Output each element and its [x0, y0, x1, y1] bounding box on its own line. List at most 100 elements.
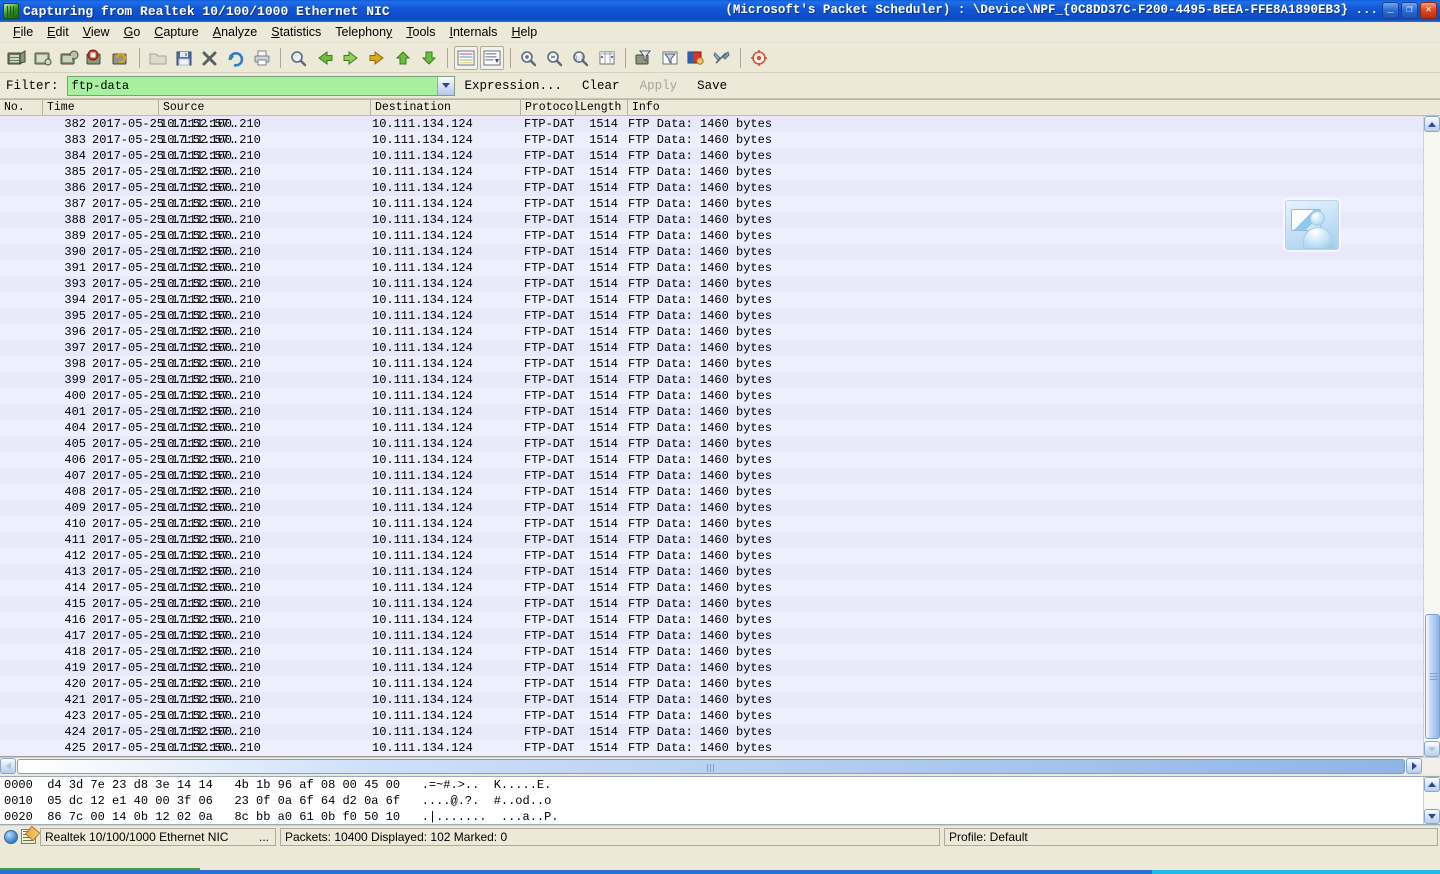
filter-clear-button[interactable]: Clear	[572, 77, 630, 95]
packet-list-rows[interactable]: 382 2017-05-25 17:52:57. 10.111.100.210 10.…	[0, 116, 1423, 757]
capture-file-properties-icon[interactable]	[21, 829, 36, 844]
capture-options-icon[interactable]	[31, 46, 55, 70]
table-row[interactable]: 407 2017-05-25 17:52:57. 10.111.100.210 10.…	[0, 468, 1423, 484]
table-row[interactable]: 411 2017-05-25 17:52:57. 10.111.100.210 10.…	[0, 532, 1423, 548]
scroll-down-button[interactable]	[1424, 741, 1440, 757]
column-header-src[interactable]: Source	[158, 100, 204, 115]
menu-item-help[interactable]: Help	[504, 23, 544, 41]
hex-scroll-down-button[interactable]	[1424, 809, 1440, 824]
menu-item-tools[interactable]: Tools	[399, 23, 442, 41]
start-capture-icon[interactable]	[57, 46, 81, 70]
window-title-bar[interactable]: Capturing from Realtek 10/100/1000 Ether…	[0, 0, 1440, 22]
restart-capture-icon[interactable]	[109, 46, 133, 70]
table-row[interactable]: 401 2017-05-25 17:52:57. 10.111.100.210 10.…	[0, 404, 1423, 420]
reload-icon[interactable]	[224, 46, 248, 70]
column-header-no[interactable]: No.	[0, 100, 25, 115]
menu-item-file[interactable]: File	[6, 23, 40, 41]
packet-list-horizontal-scrollbar[interactable]	[0, 757, 1440, 774]
scroll-left-button[interactable]	[0, 758, 16, 774]
table-row[interactable]: 398 2017-05-25 17:52:57. 10.111.100.210 10.…	[0, 356, 1423, 372]
table-row[interactable]: 400 2017-05-25 17:52:57. 10.111.100.210 10.…	[0, 388, 1423, 404]
filter-input-wrapper[interactable]	[66, 75, 455, 96]
table-row[interactable]: 389 2017-05-25 17:52:57. 10.111.100.210 10.…	[0, 228, 1423, 244]
table-row[interactable]: 395 2017-05-25 17:52:57. 10.111.100.210 10.…	[0, 308, 1423, 324]
capture-filters-icon[interactable]	[632, 46, 656, 70]
status-profile[interactable]: Profile: Default	[944, 827, 1438, 846]
table-row[interactable]: 412 2017-05-25 17:52:57. 10.111.100.210 10.…	[0, 548, 1423, 564]
hex-scroll-up-button[interactable]	[1424, 777, 1440, 792]
find-packet-icon[interactable]	[287, 46, 311, 70]
column-header-dst[interactable]: Destination	[370, 100, 451, 115]
table-row[interactable]: 384 2017-05-25 17:52:57. 10.111.100.210 10.…	[0, 148, 1423, 164]
stop-capture-icon[interactable]	[83, 46, 107, 70]
hex-dump-row[interactable]: 0010 05 dc 12 e1 40 00 3f 06 23 0f 0a 6f…	[0, 793, 1423, 809]
hex-pane-vertical-scrollbar[interactable]	[1423, 777, 1440, 824]
menu-item-internals[interactable]: Internals	[442, 23, 504, 41]
table-row[interactable]: 415 2017-05-25 17:52:57. 10.111.100.210 10.…	[0, 596, 1423, 612]
table-row[interactable]: 419 2017-05-25 17:52:57. 10.111.100.210 10.…	[0, 660, 1423, 676]
maximize-button[interactable]: ❐	[1401, 2, 1418, 19]
interfaces-icon[interactable]	[5, 46, 29, 70]
colorize-icon[interactable]	[454, 45, 478, 70]
table-row[interactable]: 397 2017-05-25 17:52:57. 10.111.100.210 10.…	[0, 340, 1423, 356]
packet-list-vertical-scrollbar[interactable]	[1423, 116, 1440, 757]
table-row[interactable]: 409 2017-05-25 17:52:57. 10.111.100.210 10.…	[0, 500, 1423, 516]
table-row[interactable]: 396 2017-05-25 17:52:57. 10.111.100.210 10.…	[0, 324, 1423, 340]
table-row[interactable]: 404 2017-05-25 17:52:57. 10.111.100.210 10.…	[0, 420, 1423, 436]
status-bubble-icon[interactable]	[4, 829, 18, 844]
table-row[interactable]: 423 2017-05-25 17:52:57. 10.111.100.210 10.…	[0, 708, 1423, 724]
column-header-len[interactable]: Length	[575, 100, 621, 115]
menu-item-view[interactable]: View	[76, 23, 117, 41]
menu-item-telephony[interactable]: Telephony	[328, 23, 399, 41]
status-capture-source[interactable]: Realtek 10/100/1000 Ethernet NIC ...	[40, 827, 276, 846]
resize-columns-icon[interactable]	[595, 46, 619, 70]
table-row[interactable]: 394 2017-05-25 17:52:57. 10.111.100.210 10.…	[0, 292, 1423, 308]
save-file-icon[interactable]	[172, 46, 196, 70]
filter-expression-button[interactable]: Expression...	[455, 77, 573, 95]
go-to-first-packet-icon[interactable]	[391, 46, 415, 70]
table-row[interactable]: 413 2017-05-25 17:52:57. 10.111.100.210 10.…	[0, 564, 1423, 580]
filter-input[interactable]	[67, 76, 437, 95]
table-row[interactable]: 406 2017-05-25 17:52:57. 10.111.100.210 10.…	[0, 452, 1423, 468]
hex-dump-row[interactable]: 0020 86 7c 00 14 0b 12 02 0a 8c bb a0 61…	[0, 809, 1423, 824]
filter-apply-button[interactable]: Apply	[630, 77, 688, 95]
table-row[interactable]: 387 2017-05-25 17:52:57. 10.111.100.210 10.…	[0, 196, 1423, 212]
table-row[interactable]: 418 2017-05-25 17:52:57. 10.111.100.210 10.…	[0, 644, 1423, 660]
zoom-in-icon[interactable]	[517, 46, 541, 70]
table-row[interactable]: 382 2017-05-25 17:52:57. 10.111.100.210 10.…	[0, 116, 1423, 132]
vertical-scroll-thumb[interactable]	[1425, 614, 1440, 739]
minimize-button[interactable]: _	[1382, 2, 1399, 19]
column-header-time[interactable]: Time	[42, 100, 75, 115]
zoom-normal-icon[interactable]: 1:1	[569, 46, 593, 70]
menu-item-analyze[interactable]: Analyze	[206, 23, 264, 41]
auto-scroll-icon[interactable]	[480, 45, 504, 70]
open-file-icon[interactable]	[146, 46, 170, 70]
table-row[interactable]: 405 2017-05-25 17:52:57. 10.111.100.210 10.…	[0, 436, 1423, 452]
table-row[interactable]: 410 2017-05-25 17:52:57. 10.111.100.210 10.…	[0, 516, 1423, 532]
table-row[interactable]: 417 2017-05-25 17:52:57. 10.111.100.210 10.…	[0, 628, 1423, 644]
table-row[interactable]: 421 2017-05-25 17:52:57. 10.111.100.210 10.…	[0, 692, 1423, 708]
go-to-last-packet-icon[interactable]	[417, 46, 441, 70]
hex-dump-row[interactable]: 0000 d4 3d 7e 23 d8 3e 14 14 4b 1b 96 af…	[0, 777, 1423, 793]
help-contents-icon[interactable]	[747, 46, 771, 70]
table-row[interactable]: 393 2017-05-25 17:52:57. 10.111.100.210 10.…	[0, 276, 1423, 292]
print-icon[interactable]	[250, 46, 274, 70]
table-row[interactable]: 425 2017-05-25 17:52:57. 10.111.100.210 10.…	[0, 740, 1423, 756]
close-file-icon[interactable]	[198, 46, 222, 70]
table-row[interactable]: 416 2017-05-25 17:52:57. 10.111.100.210 10.…	[0, 612, 1423, 628]
display-filters-icon[interactable]	[658, 46, 682, 70]
column-header-info[interactable]: Info	[627, 100, 660, 115]
table-row[interactable]: 399 2017-05-25 17:52:57. 10.111.100.210 10.…	[0, 372, 1423, 388]
menu-item-statistics[interactable]: Statistics	[264, 23, 328, 41]
menu-item-edit[interactable]: Edit	[40, 23, 76, 41]
table-row[interactable]: 420 2017-05-25 17:52:57. 10.111.100.210 10.…	[0, 676, 1423, 692]
scroll-right-button[interactable]	[1406, 758, 1422, 774]
table-row[interactable]: 408 2017-05-25 17:52:57. 10.111.100.210 10.…	[0, 484, 1423, 500]
column-header-prot[interactable]: Protocol	[520, 100, 580, 115]
go-to-packet-icon[interactable]	[365, 46, 389, 70]
filter-dropdown-button[interactable]	[436, 76, 454, 95]
horizontal-scroll-thumb[interactable]	[17, 759, 1405, 774]
menu-item-capture[interactable]: Capture	[147, 23, 205, 41]
table-row[interactable]: 414 2017-05-25 17:52:57. 10.111.100.210 10.…	[0, 580, 1423, 596]
go-back-icon[interactable]	[313, 46, 337, 70]
